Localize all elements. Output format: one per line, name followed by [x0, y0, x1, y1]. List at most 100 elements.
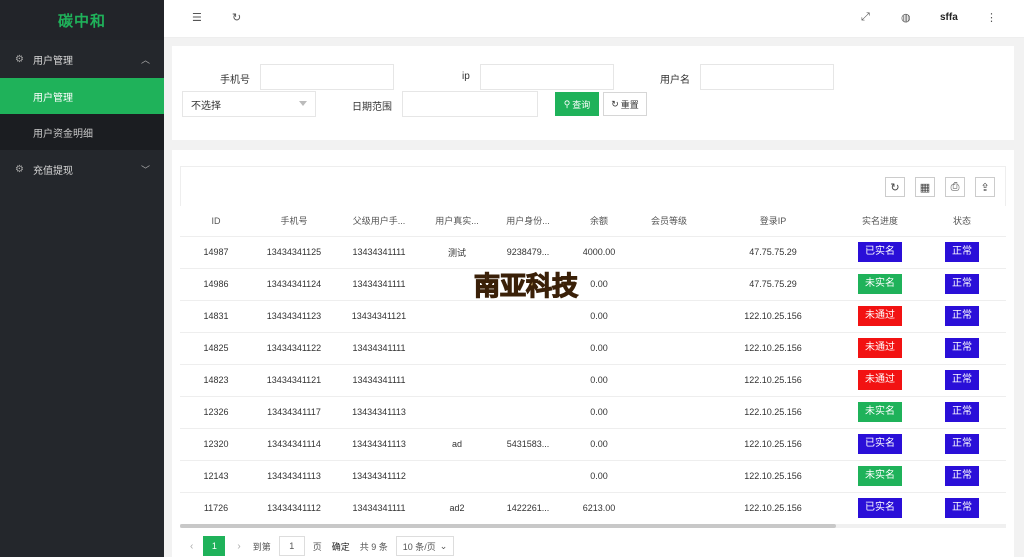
phone-input[interactable]: [260, 64, 394, 90]
column-header[interactable]: 用户真实...: [422, 206, 492, 236]
cell-idcard: [492, 395, 564, 428]
sidebar: 碳中和 ⚙ 用户管理 ︿ 用户管理 用户资金明细 ⚙ 充值提现 ﹀: [0, 0, 164, 557]
verify-badge[interactable]: 未实名: [858, 402, 902, 422]
column-header[interactable]: ID: [180, 206, 252, 236]
users-table: ID 手机号 父级用户手... 用户真实... 用户身份... 余额 会员等级 …: [180, 206, 1006, 524]
cell-level: [634, 331, 704, 364]
verify-badge[interactable]: 已实名: [858, 498, 902, 519]
cell-idcard: [492, 363, 564, 396]
username-input[interactable]: [700, 64, 834, 90]
cell-level: [634, 459, 704, 492]
svg-text:南亚科技: 南亚科技: [474, 272, 578, 301]
verify-badge[interactable]: 未实名: [858, 274, 902, 294]
cell-id: 12326: [180, 395, 252, 428]
sidebar-item-fund-details[interactable]: 用户资金明细: [0, 114, 164, 150]
prev-page-icon[interactable]: ‹: [190, 541, 193, 552]
next-page-icon[interactable]: ›: [237, 541, 240, 552]
status-badge[interactable]: 正常: [945, 338, 979, 358]
table-row[interactable]: 11726 13434341112 13434341111 ad2 1422261...…: [180, 491, 1006, 524]
column-header[interactable]: 状态: [918, 206, 1006, 236]
top-header: ☰ ↻ ⤢ ◍ sffa ⋮: [164, 0, 1024, 38]
filter-select-value: 不选择: [191, 100, 221, 112]
verify-badge[interactable]: 未实名: [858, 466, 902, 486]
table-row[interactable]: 12326 13434341117 13434341113 0.00 122.10.25…: [180, 395, 1006, 428]
cell-verify: 未实名: [842, 459, 918, 492]
column-header[interactable]: 余额: [564, 206, 634, 236]
cell-verify: 已实名: [842, 235, 918, 268]
ip-input[interactable]: [480, 64, 614, 90]
date-range-input[interactable]: [402, 91, 538, 117]
cell-id: 14823: [180, 363, 252, 396]
cell-verify: 已实名: [842, 427, 918, 460]
sidebar-group-label: 充值提现: [33, 165, 73, 177]
verify-badge[interactable]: 未通过: [858, 370, 902, 390]
watermark-logo: 南亚科技: [473, 271, 578, 301]
table-row[interactable]: 14823 13434341121 13434341111 0.00 122.10.25…: [180, 363, 1006, 396]
filter-select[interactable]: 不选择: [182, 91, 316, 117]
cell-ip: 47.75.75.29: [704, 267, 842, 300]
reset-button[interactable]: ↻ 重置: [603, 92, 647, 116]
refresh-icon[interactable]: ↻: [885, 177, 905, 197]
cell-level: [634, 395, 704, 428]
cell-idcard: [492, 299, 564, 332]
table-header-row: ID 手机号 父级用户手... 用户真实... 用户身份... 余额 会员等级 …: [180, 206, 1006, 236]
status-badge[interactable]: 正常: [945, 434, 979, 454]
table-row[interactable]: 14987 13434341125 13434341111 测试 9238479... 4…: [180, 235, 1006, 268]
cell-verify: 未实名: [842, 267, 918, 300]
column-header[interactable]: 手机号: [252, 206, 336, 236]
column-header[interactable]: 父级用户手...: [336, 206, 422, 236]
cell-realname: [422, 363, 492, 396]
print-icon[interactable]: ⎙: [945, 177, 965, 197]
horizontal-scrollbar[interactable]: [180, 524, 1006, 528]
verify-badge[interactable]: 未通过: [858, 338, 902, 358]
table-row[interactable]: 12143 13434341113 13434341112 0.00 122.10.25…: [180, 459, 1006, 492]
cell-idcard: [492, 331, 564, 364]
globe-icon[interactable]: ◍: [901, 11, 911, 24]
query-button[interactable]: ⚲ 查询: [555, 92, 599, 116]
verify-badge[interactable]: 未通过: [858, 306, 902, 326]
cell-idcard: 1422261...: [492, 491, 564, 524]
status-badge[interactable]: 正常: [945, 402, 979, 422]
sidebar-item-user-management[interactable]: 用户管理: [0, 78, 164, 114]
column-header[interactable]: 登录IP: [704, 206, 842, 236]
table-row[interactable]: 14986 13434341124 13434341111 0.00 47.75.75.…: [180, 267, 1006, 300]
export-icon[interactable]: ⇪: [975, 177, 995, 197]
column-header[interactable]: 实名进度: [842, 206, 918, 236]
menu-fold-icon[interactable]: ☰: [192, 11, 202, 24]
columns-icon[interactable]: ▦: [915, 177, 935, 197]
sidebar-group-user-management[interactable]: ⚙ 用户管理 ︿: [0, 40, 164, 78]
sidebar-group-recharge-withdraw[interactable]: ⚙ 充值提现 ﹀: [0, 150, 164, 188]
fullscreen-icon[interactable]: ⤢: [861, 11, 870, 24]
column-header[interactable]: 用户身份...: [492, 206, 564, 236]
status-badge[interactable]: 正常: [945, 306, 979, 326]
username[interactable]: sffa: [940, 12, 958, 23]
verify-badge[interactable]: 已实名: [858, 434, 902, 454]
cell-ip: 122.10.25.156: [704, 459, 842, 492]
cell-balance: 0.00: [564, 395, 634, 428]
column-header[interactable]: 会员等级: [634, 206, 704, 236]
more-vertical-icon[interactable]: ⋮: [986, 11, 997, 24]
verify-badge[interactable]: 已实名: [858, 242, 902, 262]
status-badge[interactable]: 正常: [945, 370, 979, 390]
refresh-icon[interactable]: ↻: [232, 11, 241, 24]
cell-status: 正常: [918, 395, 1006, 428]
status-badge[interactable]: 正常: [945, 274, 979, 294]
table-row[interactable]: 14825 13434341122 13434341111 0.00 122.10.25…: [180, 331, 1006, 364]
table-row[interactable]: 14831 13434341123 13434341121 0.00 122.10.25…: [180, 299, 1006, 332]
goto-label: 到第: [252, 541, 271, 552]
cell-phone: 13434341123: [252, 299, 336, 332]
table-row[interactable]: 12320 13434341114 13434341113 ad 5431583... 0…: [180, 427, 1006, 460]
goto-confirm-button[interactable]: 确定: [332, 540, 350, 553]
cell-phone: 13434341122: [252, 331, 336, 364]
cell-realname: [422, 459, 492, 492]
status-badge[interactable]: 正常: [945, 466, 979, 486]
cell-balance: 0.00: [564, 459, 634, 492]
cell-balance: 0.00: [564, 331, 634, 364]
scrollbar-thumb[interactable]: [180, 524, 836, 528]
status-badge[interactable]: 正常: [945, 242, 979, 262]
current-page[interactable]: 1: [203, 536, 226, 556]
goto-page-input[interactable]: 1: [278, 536, 305, 556]
page-size-select[interactable]: 10 条/页 ⌄: [395, 536, 455, 556]
status-badge[interactable]: 正常: [945, 498, 979, 519]
cell-id: 14831: [180, 299, 252, 332]
